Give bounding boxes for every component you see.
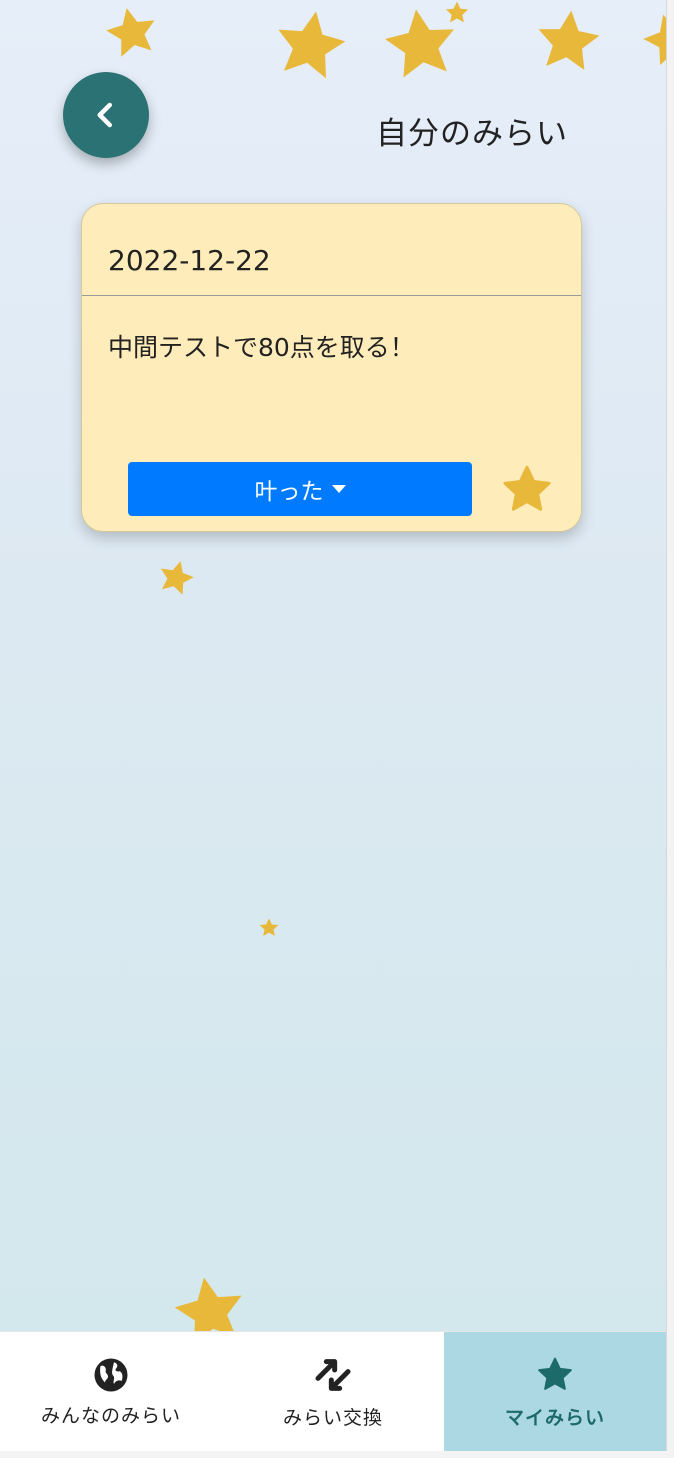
decorative-star-icon [259,918,279,936]
decorative-star-icon [445,1,469,23]
decorative-star-icon [106,8,155,57]
tab-future-exchange[interactable]: みらい交換 [222,1332,444,1452]
decorative-star-icon [538,10,600,70]
status-label: 叶った [254,479,324,505]
decorative-star-icon [278,11,346,79]
window-bottom-edge [0,1451,674,1458]
back-button[interactable] [63,72,149,158]
chevron-left-icon [97,102,112,128]
decorative-star-icon [643,14,666,66]
tab-label: マイみらい [504,1406,605,1429]
tab-my-future[interactable]: マイみらい [444,1332,666,1452]
goal-text: 中間テストで80点を取る！ [108,333,415,362]
page-title: 自分のみらい [376,116,568,152]
tab-everyone-future[interactable]: みんなのみらい [0,1332,222,1452]
star-icon [538,1357,572,1390]
window-edge [666,0,674,1458]
card-divider [82,295,581,296]
star-icon[interactable] [499,462,555,518]
tab-label: みらい交換 [282,1406,383,1429]
goal-card: 2022-12-22 中間テストで80点を取る！ 叶った [81,203,582,532]
goal-date: 2022-12-22 [108,244,271,277]
exchange-arrows-icon [315,1358,351,1391]
globe-icon [94,1358,128,1391]
caret-down-icon [331,485,346,493]
bottom-tab-bar: みんなのみらい みらい交換 マイみらい [0,1331,666,1452]
status-dropdown-button[interactable]: 叶った [128,462,472,516]
decorative-star-icon [160,561,194,595]
tab-label: みんなのみらい [40,1404,181,1427]
app-screen: 自分のみらい 2022-12-22 中間テストで80点を取る！ 叶った みんなの… [0,0,666,1458]
